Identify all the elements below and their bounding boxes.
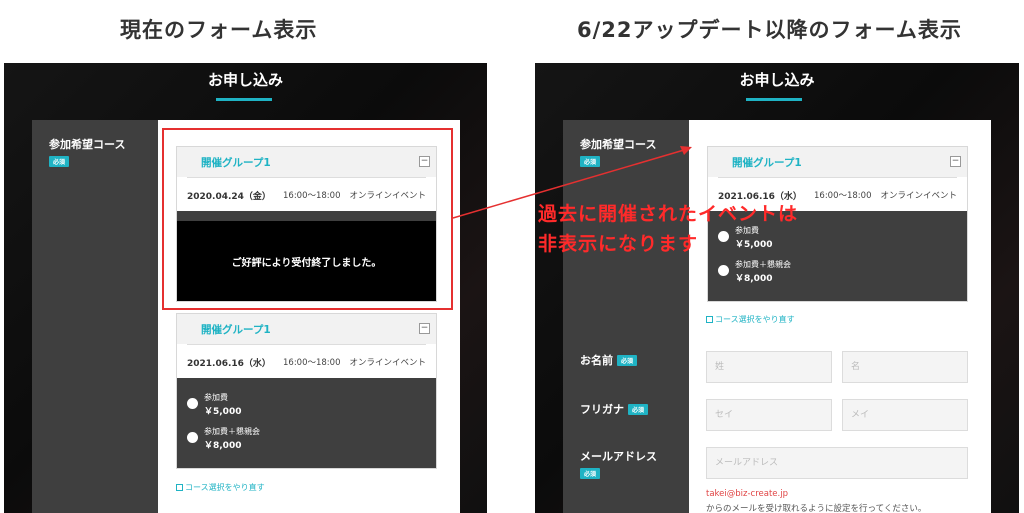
arrow-icon [452, 146, 692, 219]
callout-line-1: 過去に開催されたイベントは [538, 203, 799, 225]
callout-line-2: 非表示になります [538, 233, 699, 255]
